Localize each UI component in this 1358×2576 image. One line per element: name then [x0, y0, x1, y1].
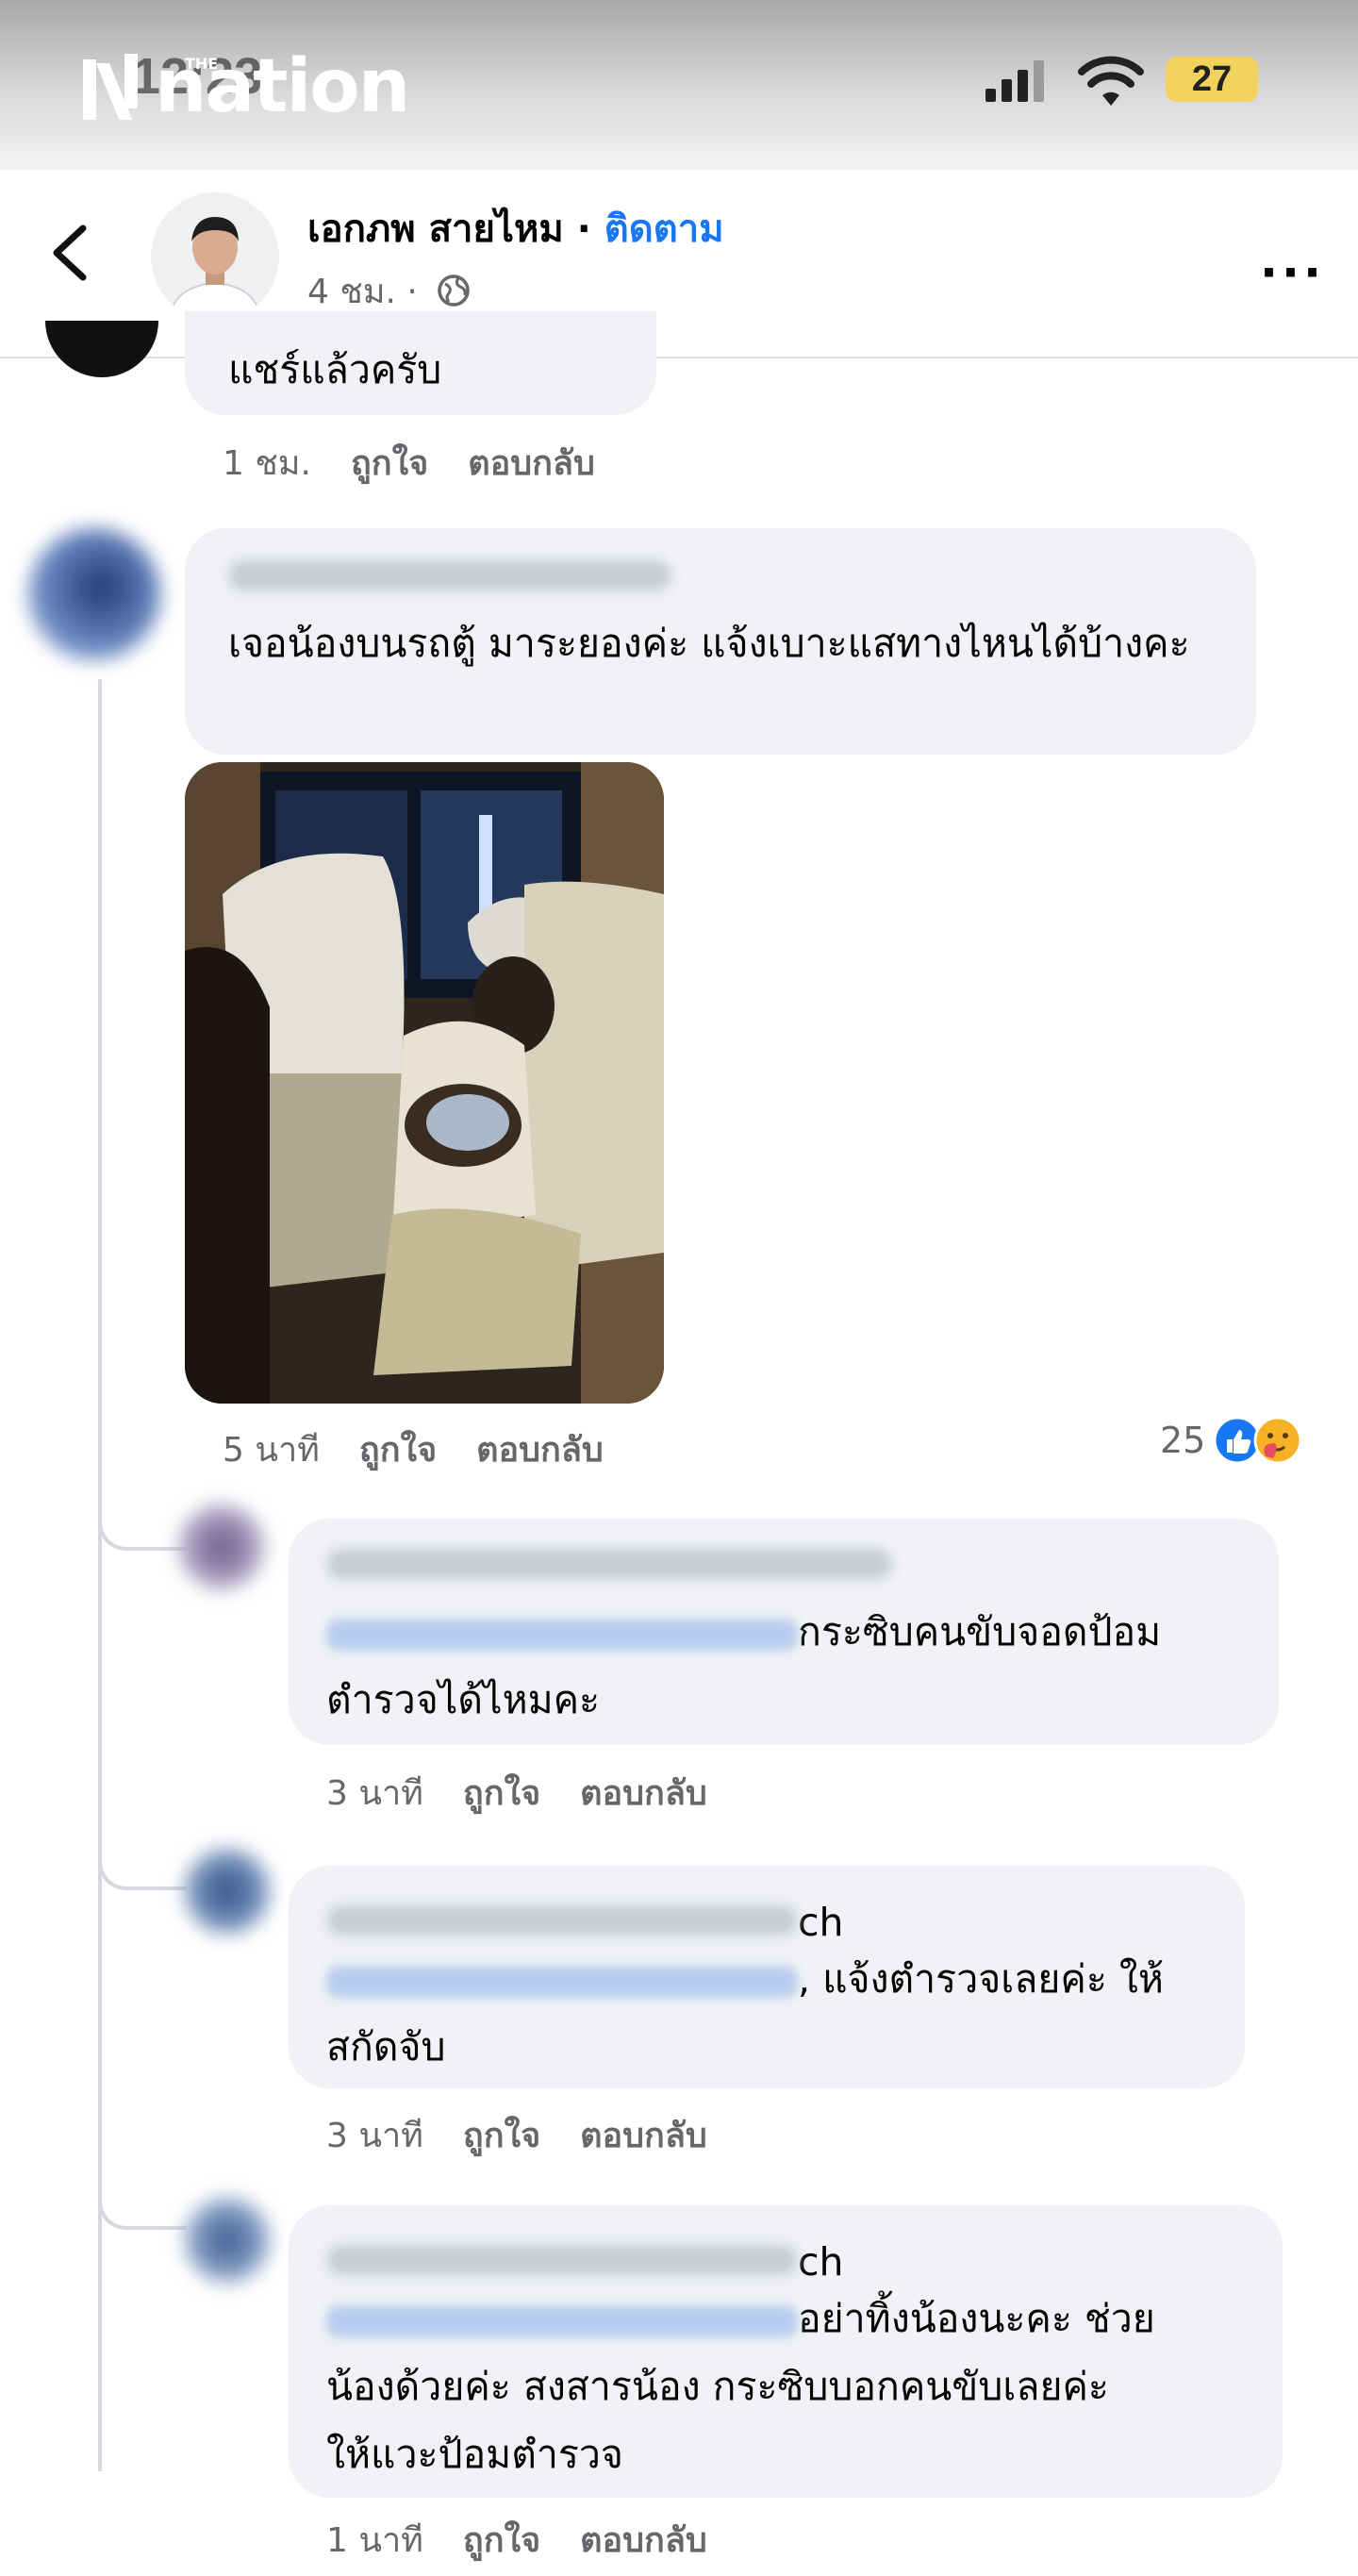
comment-actions: 3 นาที ถูกใจ ตอบกลับ: [326, 1766, 747, 1820]
comment-time: 3 นาที: [326, 2117, 423, 2155]
logo-n-mark: [83, 54, 140, 120]
comment-actions: 1 นาที ถูกใจ ตอบกลับ: [326, 2513, 747, 2567]
comment-time: 3 นาที: [326, 1774, 423, 1813]
commenter-name-suffix: ch: [798, 2239, 844, 2285]
comment-bubble: แชร์แล้วครับ: [185, 311, 656, 415]
commenter-name-blurred[interactable]: [326, 1905, 798, 1936]
reaction-summary[interactable]: 25: [1160, 1415, 1303, 1466]
header-separator: ·: [563, 208, 604, 251]
comment-actions: 3 นาที ถูกใจ ตอบกลับ: [326, 2108, 747, 2162]
care-reaction-icon: [1253, 1416, 1302, 1465]
comment-bubble: กระซิบคนขับจอดป้อม ตำรวจได้ไหมคะ: [289, 1519, 1279, 1745]
thread-connector: [98, 1509, 187, 1551]
comment-photo[interactable]: [185, 762, 664, 1404]
reply-button[interactable]: ตอบกลับ: [476, 1431, 604, 1470]
comment-text-line3: ให้แวะป้อมตำรวจ: [326, 2432, 623, 2477]
reaction-count: 25: [1160, 1420, 1206, 1461]
watermark-logo: nation: [83, 49, 410, 125]
comment-actions: 5 นาที ถูกใจ ตอบกลับ: [223, 1422, 643, 1476]
like-button[interactable]: ถูกใจ: [351, 444, 428, 483]
comment-time: 5 นาที: [223, 1431, 320, 1470]
reply-button[interactable]: ตอบกลับ: [580, 2521, 707, 2560]
globe-icon: [438, 274, 471, 307]
avatar[interactable]: [28, 528, 160, 660]
follow-button[interactable]: ติดตาม: [604, 208, 724, 251]
comment-time: 1 นาที: [326, 2521, 423, 2560]
battery-indicator: 27: [1166, 57, 1258, 102]
comment-text-line2: น้องด้วยค่ะ สงสารน้อง กระซิบบอกคนขับเลยค…: [326, 2364, 1109, 2409]
comment-text: แชร์แล้วครับ: [228, 347, 442, 392]
author-name[interactable]: เอกภพ สายไหม: [307, 208, 564, 251]
reply-button[interactable]: ตอบกลับ: [580, 1774, 707, 1813]
post-meta: 4 ชม. ·: [307, 264, 472, 318]
author-avatar[interactable]: [151, 192, 279, 321]
like-button[interactable]: ถูกใจ: [359, 1431, 437, 1470]
wifi-icon: [1078, 56, 1144, 106]
tagged-name-blurred[interactable]: [326, 1619, 798, 1651]
like-button[interactable]: ถูกใจ: [463, 2117, 540, 2155]
like-button[interactable]: ถูกใจ: [463, 2521, 540, 2560]
signal-icon: [985, 60, 1044, 102]
commenter-name-suffix: ch: [798, 1900, 844, 1945]
comment-bubble: เจอน้องบนรถตู้ มาระยองค่ะ แจ้งเบาะแสทางไ…: [185, 528, 1256, 755]
comment-text: กระซิบคนขับจอดป้อม: [798, 1609, 1162, 1654]
comment-text: , แจ้งตำรวจเลยค่ะ ให้: [798, 1956, 1164, 2002]
tagged-name-blurred[interactable]: [326, 2305, 798, 2337]
commenter-name-blurred[interactable]: [228, 560, 671, 590]
comment-actions: 1 ชม. ถูกใจ ตอบกลับ: [223, 436, 635, 490]
logo-the: THE: [185, 55, 219, 73]
comment-text: อย่าทิ้งน้องนะคะ ช่วย: [798, 2296, 1155, 2341]
comment-time: 1 ชม.: [223, 444, 311, 483]
status-bar: 12:23 nation THE 27: [0, 0, 1358, 170]
avatar[interactable]: [45, 321, 158, 377]
tagged-name-blurred[interactable]: [326, 1966, 798, 1998]
back-arrow-icon[interactable]: [47, 224, 94, 281]
more-options-icon[interactable]: ···: [1260, 245, 1325, 300]
comment-bubble: ch , แจ้งตำรวจเลยค่ะ ให้ สกัดจับ: [289, 1866, 1245, 2088]
post-time: 4 ชม. ·: [307, 273, 418, 311]
commenter-name-blurred[interactable]: [326, 2245, 798, 2275]
like-button[interactable]: ถูกใจ: [463, 1774, 540, 1813]
thread-connector: [98, 1849, 187, 1890]
comment-text-line2: สกัดจับ: [326, 2024, 446, 2069]
commenter-name-blurred[interactable]: [326, 1549, 892, 1579]
reply-button[interactable]: ตอบกลับ: [580, 2117, 707, 2155]
author-line: เอกภพ สายไหม · ติดตาม: [307, 198, 724, 258]
comment-text: เจอน้องบนรถตู้ มาระยองค่ะ แจ้งเบาะแสทางไ…: [228, 621, 1190, 666]
avatar[interactable]: [185, 1849, 270, 1934]
comment-text-line2: ตำรวจได้ไหมคะ: [326, 1677, 601, 1722]
comment-bubble: ch อย่าทิ้งน้องนะคะ ช่วย น้องด้วยค่ะ สงส…: [289, 2205, 1283, 2498]
thread-connector: [98, 2188, 187, 2230]
avatar[interactable]: [185, 2198, 270, 2283]
avatar[interactable]: [179, 1504, 264, 1589]
reply-button[interactable]: ตอบกลับ: [468, 444, 595, 483]
